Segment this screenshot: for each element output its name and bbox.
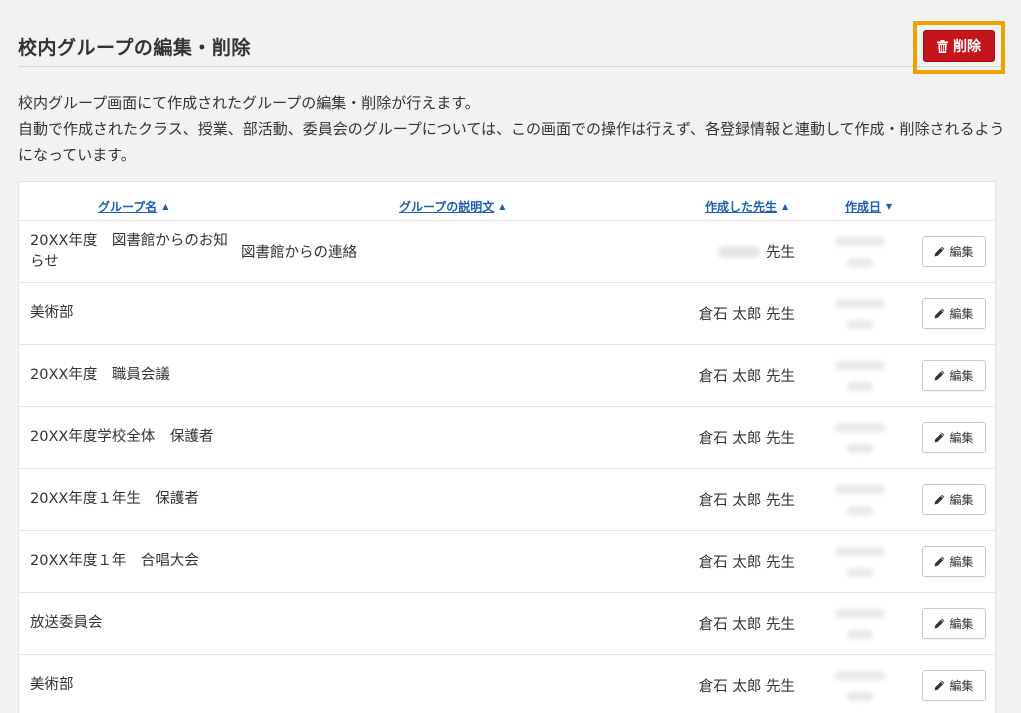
page-description: 校内グループ画面にて作成されたグループの編集・削除が行えます。 自動で作成された…	[18, 90, 1008, 168]
edit-button-label: 編集	[949, 307, 974, 321]
delete-button-label: 削除	[953, 38, 981, 54]
edit-button[interactable]: 編集	[922, 298, 986, 329]
creator-teacher: 先生	[718, 241, 795, 262]
created-date-redacted	[831, 609, 889, 639]
creator-teacher: 倉石 太郎 先生	[699, 675, 795, 696]
edit-button[interactable]: 編集	[922, 608, 986, 639]
sort-by-group-name[interactable]: グループ名 ▲	[98, 198, 168, 215]
description-line-1: 校内グループ画面にて作成されたグループの編集・削除が行えます。	[18, 94, 480, 112]
sort-by-date[interactable]: 作成日 ▼	[845, 198, 892, 215]
table-row: 20XX年度 職員会議 倉石 太郎 先生 編集	[19, 345, 995, 407]
group-description: 図書館からの連絡	[241, 245, 357, 261]
created-date-redacted	[831, 423, 889, 453]
edit-button-label: 編集	[949, 617, 974, 631]
description-line-2: 自動で作成されたクラス、授業、部活動、委員会のグループについては、この画面での操…	[18, 120, 1005, 164]
table-row: 20XX年度１年 合唱大会 倉石 太郎 先生 編集	[19, 531, 995, 593]
page: 校内グループの編集・削除 削除 校内グループ画面にて作成されたグループの編集・削…	[0, 0, 1021, 713]
created-date-redacted	[831, 237, 889, 267]
header: 校内グループの編集・削除	[18, 0, 1006, 67]
teacher-name: 倉石 太郎 先生	[698, 307, 795, 323]
created-date-redacted	[831, 299, 889, 329]
table-row: 美術部 倉石 太郎 先生 編集	[19, 655, 995, 713]
teacher-name: 倉石 太郎 先生	[698, 679, 795, 695]
table-row: 放送委員会 倉石 太郎 先生 編集	[19, 593, 995, 655]
edit-button-label: 編集	[949, 431, 974, 445]
teacher-name: 倉石 太郎 先生	[698, 617, 795, 633]
caret-up-icon: ▲	[782, 202, 789, 211]
sort-by-teacher[interactable]: 作成した先生 ▲	[705, 198, 788, 215]
edit-button[interactable]: 編集	[922, 546, 986, 577]
group-name: 20XX年度 職員会議	[30, 367, 170, 383]
created-date-redacted	[831, 361, 889, 391]
teacher-name: 倉石 太郎 先生	[698, 555, 795, 571]
pencil-icon	[934, 246, 945, 257]
caret-up-icon: ▲	[162, 202, 169, 211]
caret-down-icon: ▼	[886, 202, 893, 211]
table-row: 20XX年度１年生 保護者 倉石 太郎 先生 編集	[19, 469, 995, 531]
edit-button-label: 編集	[949, 555, 974, 569]
group-name: 20XX年度 図書館からのお知らせ	[30, 233, 228, 270]
sort-by-description[interactable]: グループの説明文 ▲	[399, 198, 505, 215]
group-table: グループ名 ▲ グループの説明文 ▲ 作成した先生 ▲ 作成日 ▼ 20XX年度 図書館…	[18, 181, 996, 713]
created-date-redacted	[831, 671, 889, 701]
created-date-redacted	[831, 485, 889, 515]
group-name: 20XX年度１年生 保護者	[30, 491, 199, 507]
pencil-icon	[934, 432, 945, 443]
pencil-icon	[934, 308, 945, 319]
teacher-name: 倉石 太郎 先生	[698, 493, 795, 509]
trash-icon	[937, 39, 948, 53]
group-name: 放送委員会	[30, 615, 103, 631]
pencil-icon	[934, 556, 945, 567]
group-name: 美術部	[30, 305, 74, 321]
group-name: 20XX年度学校全体 保護者	[30, 429, 214, 445]
creator-teacher: 倉石 太郎 先生	[699, 365, 795, 386]
table-header: グループ名 ▲ グループの説明文 ▲ 作成した先生 ▲ 作成日 ▼	[19, 182, 995, 221]
group-name: 20XX年度１年 合唱大会	[30, 553, 199, 569]
creator-teacher: 倉石 太郎 先生	[699, 613, 795, 634]
delete-button[interactable]: 削除	[923, 30, 995, 62]
table-row: 20XX年度 図書館からのお知らせ 図書館からの連絡 先生 編集	[19, 221, 995, 283]
page-title: 校内グループの編集・削除	[18, 37, 251, 59]
pencil-icon	[934, 618, 945, 629]
creator-teacher: 倉石 太郎 先生	[699, 551, 795, 572]
created-date-redacted	[831, 547, 889, 577]
caret-up-icon: ▲	[499, 202, 506, 211]
edit-button-label: 編集	[949, 679, 974, 693]
table-row: 20XX年度学校全体 保護者 倉石 太郎 先生 編集	[19, 407, 995, 469]
edit-button[interactable]: 編集	[922, 484, 986, 515]
group-name: 美術部	[30, 677, 74, 693]
edit-button[interactable]: 編集	[922, 422, 986, 453]
teacher-name: 倉石 太郎 先生	[698, 369, 795, 385]
edit-button[interactable]: 編集	[922, 670, 986, 701]
pencil-icon	[934, 494, 945, 505]
creator-teacher: 倉石 太郎 先生	[699, 489, 795, 510]
edit-button-label: 編集	[949, 493, 974, 507]
pencil-icon	[934, 680, 945, 691]
table-row: 美術部 倉石 太郎 先生 編集	[19, 283, 995, 345]
edit-button-label: 編集	[949, 245, 974, 259]
teacher-name: 先生	[766, 245, 795, 261]
edit-button[interactable]: 編集	[922, 360, 986, 391]
teacher-name: 倉石 太郎 先生	[698, 431, 795, 447]
redacted-name	[718, 246, 760, 258]
pencil-icon	[934, 370, 945, 381]
creator-teacher: 倉石 太郎 先生	[699, 303, 795, 324]
creator-teacher: 倉石 太郎 先生	[699, 427, 795, 448]
edit-button-label: 編集	[949, 369, 974, 383]
edit-button[interactable]: 編集	[922, 236, 986, 267]
